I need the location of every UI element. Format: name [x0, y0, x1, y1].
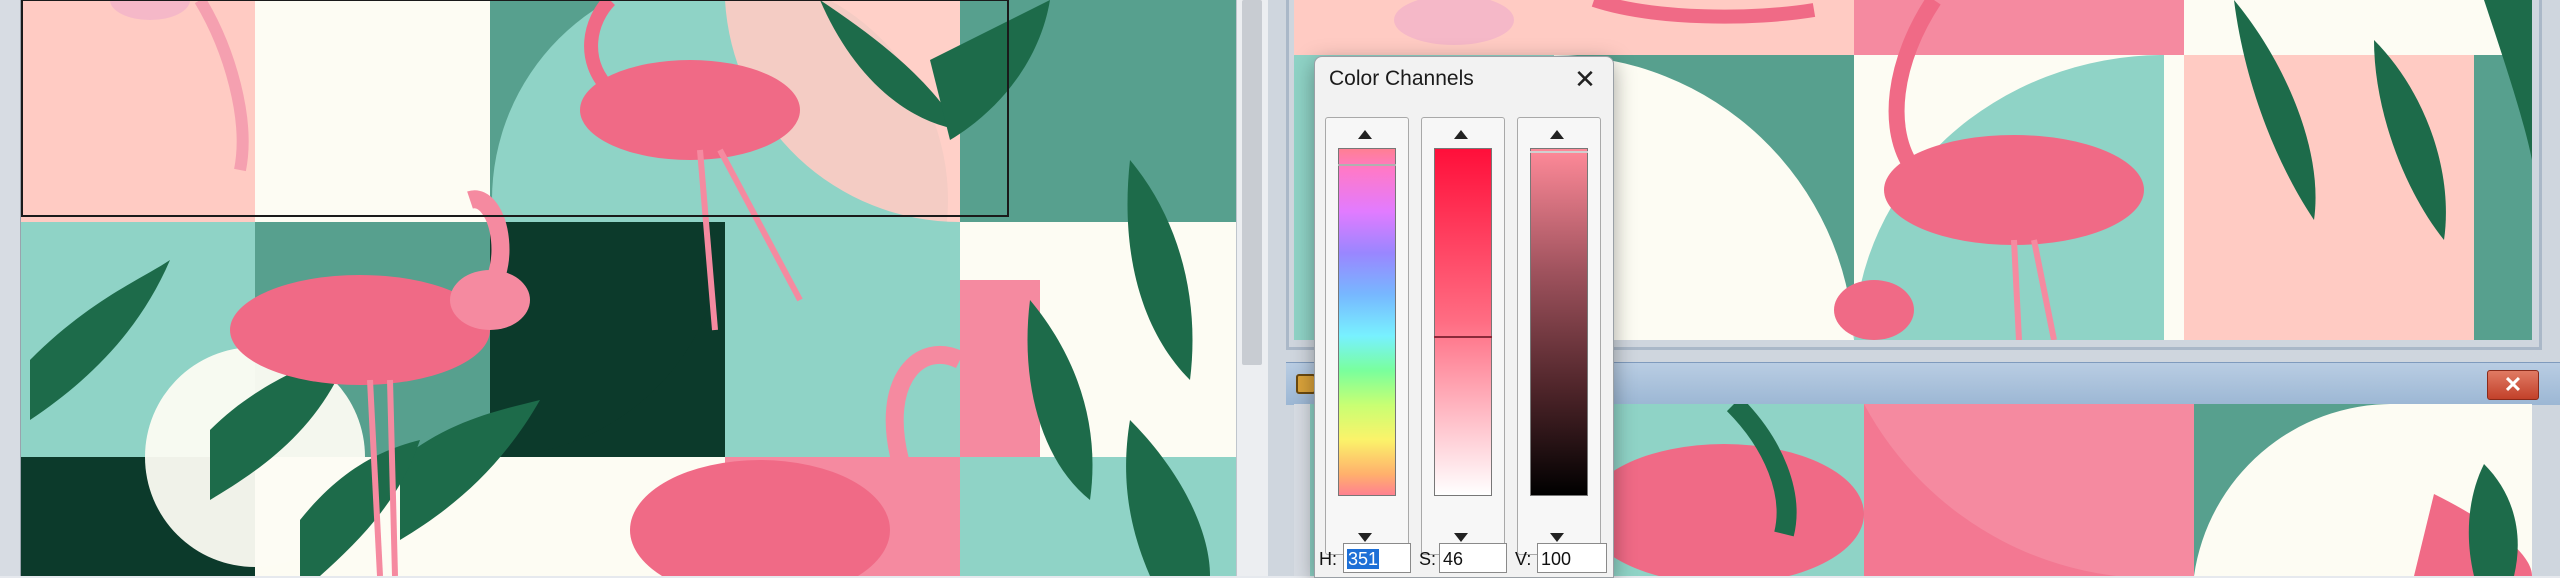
- right-bottom-close-button[interactable]: ✕: [2487, 370, 2539, 400]
- saturation-channel-slider[interactable]: [1421, 117, 1505, 555]
- left-image-canvas[interactable]: [0, 0, 1268, 576]
- color-channels-dialog: Color Channels ✕ H: 351 S: 46 V: 100: [1314, 56, 1614, 578]
- arrow-up-icon[interactable]: [1550, 130, 1564, 139]
- value-gradient-strip[interactable]: [1530, 148, 1588, 496]
- arrow-up-icon[interactable]: [1358, 130, 1372, 139]
- hue-input-value: 351: [1347, 549, 1380, 569]
- left-window-frame: [0, 0, 21, 576]
- s-label: S:: [1419, 549, 1437, 569]
- hue-channel-slider[interactable]: [1325, 117, 1409, 555]
- hsv-fields-row: H: 351 S: 46 V: 100: [1315, 541, 1613, 577]
- left-scrollbar-thumb[interactable]: [1242, 0, 1262, 365]
- h-label: H:: [1319, 549, 1337, 569]
- left-pattern-artwork: [0, 0, 1268, 576]
- saturation-marker[interactable]: [1434, 336, 1492, 338]
- value-channel-slider[interactable]: [1517, 117, 1601, 555]
- value-marker[interactable]: [1530, 151, 1588, 153]
- close-icon: ✕: [2503, 372, 2523, 397]
- hue-gradient-strip[interactable]: [1338, 148, 1396, 496]
- value-input-value: 100: [1541, 549, 1572, 569]
- saturation-input[interactable]: 46: [1439, 543, 1507, 573]
- document-icon: [1296, 374, 1316, 394]
- hue-input[interactable]: 351: [1343, 543, 1411, 573]
- close-icon: ✕: [1574, 64, 1596, 94]
- v-label: V:: [1515, 549, 1532, 569]
- value-input[interactable]: 100: [1537, 543, 1607, 573]
- dialog-title: Color Channels: [1329, 67, 1474, 90]
- saturation-gradient-strip[interactable]: [1434, 148, 1492, 496]
- arrow-up-icon[interactable]: [1454, 130, 1468, 139]
- saturation-input-value: 46: [1443, 549, 1464, 569]
- right-bottom-left-frame: [1294, 404, 1310, 576]
- dialog-close-button[interactable]: ✕: [1565, 63, 1605, 97]
- hue-marker[interactable]: [1338, 164, 1396, 166]
